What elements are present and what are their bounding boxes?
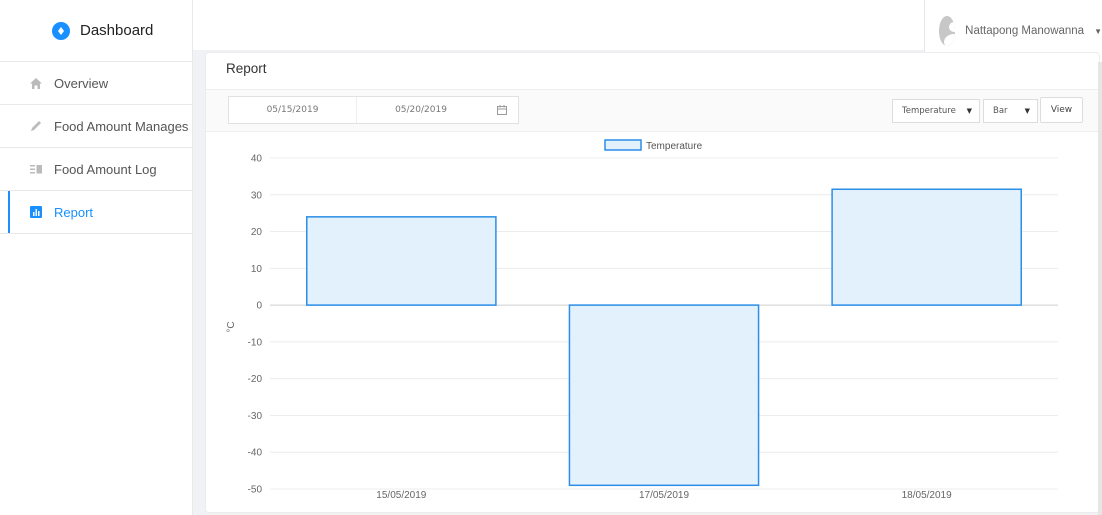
bar-chart-icon xyxy=(30,206,42,218)
brand-logo[interactable]: Dashboard xyxy=(0,0,192,62)
y-tick-label: -50 xyxy=(248,485,263,496)
sidebar-item-report[interactable]: Report xyxy=(0,191,192,234)
chart-legend: Temperature xyxy=(604,139,703,152)
sidebar-item-label: Overview xyxy=(54,75,109,91)
metric-select-value: Temperature xyxy=(902,106,956,116)
chart-type-select-value: Bar xyxy=(993,106,1008,116)
x-tick-label: 17/05/2019 xyxy=(639,490,689,501)
chart-bars xyxy=(306,188,1022,487)
chevron-down-icon: ▼ xyxy=(1094,26,1102,36)
view-button[interactable]: View xyxy=(1040,97,1083,123)
y-tick-label: 0 xyxy=(256,301,262,312)
y-tick-label: -30 xyxy=(248,411,263,422)
y-tick-label: 40 xyxy=(251,154,263,165)
y-tick-label: 10 xyxy=(251,264,263,275)
x-tick-label: 18/05/2019 xyxy=(902,490,952,501)
y-tick-label: -40 xyxy=(248,448,263,459)
temperature-bar-chart: 40 30 20 10 0 -10 -20 -30 -40 -50 15/05/2019 17/05… xyxy=(226,139,1058,501)
legend-swatch xyxy=(604,139,642,151)
y-tick-label: -10 xyxy=(248,337,263,348)
chart-x-ticks: 15/05/2019 17/05/2019 18/05/2019 xyxy=(376,490,952,501)
sidebar-item-food-amount-log[interactable]: Food Amount Log xyxy=(0,148,192,191)
list-icon xyxy=(30,163,42,175)
bar xyxy=(831,188,1022,306)
sidebar-item-overview[interactable]: Overview xyxy=(0,62,192,105)
chart-y-ticks: 40 30 20 10 0 -10 -20 -30 -40 -50 xyxy=(248,154,263,496)
chart-type-select[interactable]: Bar ▼ xyxy=(983,99,1038,123)
select-arrow-icon: ▼ xyxy=(1024,107,1030,115)
x-tick-label: 15/05/2019 xyxy=(376,490,426,501)
brand-title: Dashboard xyxy=(80,22,154,39)
pencil-icon xyxy=(30,120,42,132)
y-axis-label: °C xyxy=(226,321,237,332)
sidebar: Dashboard Overview Food Amount Manages F… xyxy=(0,0,193,515)
avatar xyxy=(939,16,956,46)
bar xyxy=(568,304,760,487)
date-range-picker[interactable]: 05/15/2019 05/20/2019 xyxy=(228,96,519,124)
page-title: Report xyxy=(226,61,267,76)
user-name: Nattapong Manowanna xyxy=(965,25,1085,37)
home-icon xyxy=(30,77,42,89)
y-tick-label: -20 xyxy=(248,374,263,385)
sidebar-item-label: Food Amount Manages xyxy=(54,118,189,134)
legend-label: Temperature xyxy=(646,141,703,152)
sidebar-item-label: Report xyxy=(54,204,94,220)
sidebar-item-food-amount-manages[interactable]: Food Amount Manages xyxy=(0,105,192,148)
metric-select[interactable]: Temperature ▼ xyxy=(892,99,980,123)
select-arrow-icon: ▼ xyxy=(966,107,972,115)
scrollbar-track[interactable] xyxy=(1098,62,1102,515)
calendar-icon[interactable] xyxy=(485,105,518,115)
y-tick-label: 30 xyxy=(251,190,263,201)
report-toolbar: 05/15/2019 05/20/2019 Temperature ▼ Bar … xyxy=(206,90,1099,132)
bar xyxy=(306,216,497,306)
y-tick-label: 20 xyxy=(251,227,263,238)
sidebar-item-label: Food Amount Log xyxy=(54,161,157,177)
start-date-input[interactable]: 05/15/2019 xyxy=(229,97,357,123)
end-date-input[interactable]: 05/20/2019 xyxy=(357,97,485,123)
logo-icon xyxy=(52,21,70,40)
